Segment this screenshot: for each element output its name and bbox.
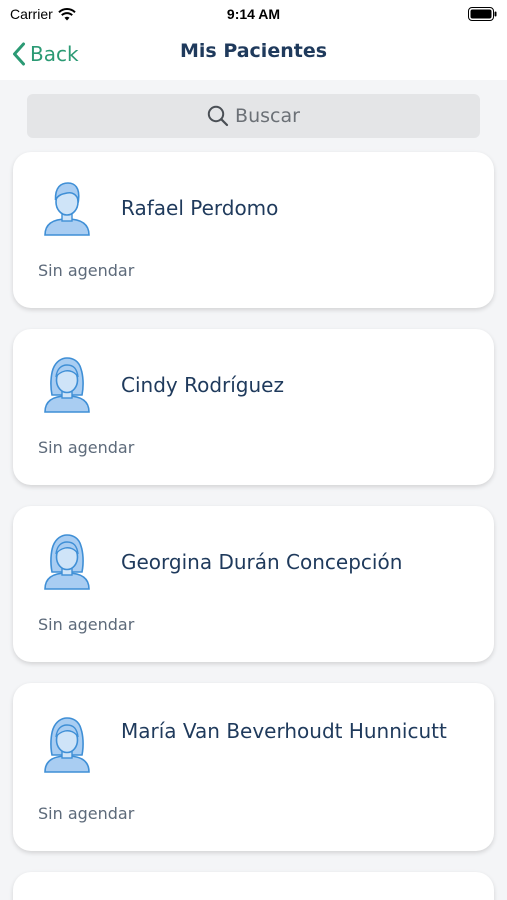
male-avatar-icon	[43, 178, 91, 236]
status-time: 9:14 AM	[226, 6, 281, 22]
patient-card[interactable]: María Van Beverhoudt Hunnicutt Sin agend…	[13, 683, 494, 851]
female-avatar-icon	[43, 715, 91, 773]
patient-status: Sin agendar	[38, 438, 135, 457]
patient-status: Sin agendar	[38, 261, 135, 280]
female-avatar-icon	[43, 532, 91, 590]
patient-card[interactable]: Georgina Durán Concepción Sin agendar	[13, 506, 494, 662]
search-icon	[207, 105, 229, 127]
status-bar: Carrier 9:14 AM	[0, 0, 507, 28]
female-avatar-icon	[43, 355, 91, 413]
patient-card-partial[interactable]	[13, 872, 494, 900]
patient-name: Rafael Perdomo	[121, 196, 279, 220]
patient-card[interactable]: Cindy Rodríguez Sin agendar	[13, 329, 494, 485]
patient-name: Georgina Durán Concepción	[121, 550, 403, 574]
patient-list: Rafael Perdomo Sin agendar Cindy Rodrígu…	[0, 138, 507, 900]
search-input[interactable]: Buscar	[27, 94, 480, 138]
patient-card[interactable]: Rafael Perdomo Sin agendar	[13, 152, 494, 308]
navigation-bar: Back Mis Pacientes	[0, 28, 507, 80]
patient-status: Sin agendar	[38, 615, 135, 634]
search-placeholder: Buscar	[235, 105, 300, 127]
page-title: Mis Pacientes	[179, 40, 328, 62]
patient-name: María Van Beverhoudt Hunnicutt	[121, 719, 447, 743]
patient-name: Cindy Rodríguez	[121, 373, 284, 397]
battery-icon	[468, 7, 497, 24]
patient-status: Sin agendar	[38, 804, 135, 823]
